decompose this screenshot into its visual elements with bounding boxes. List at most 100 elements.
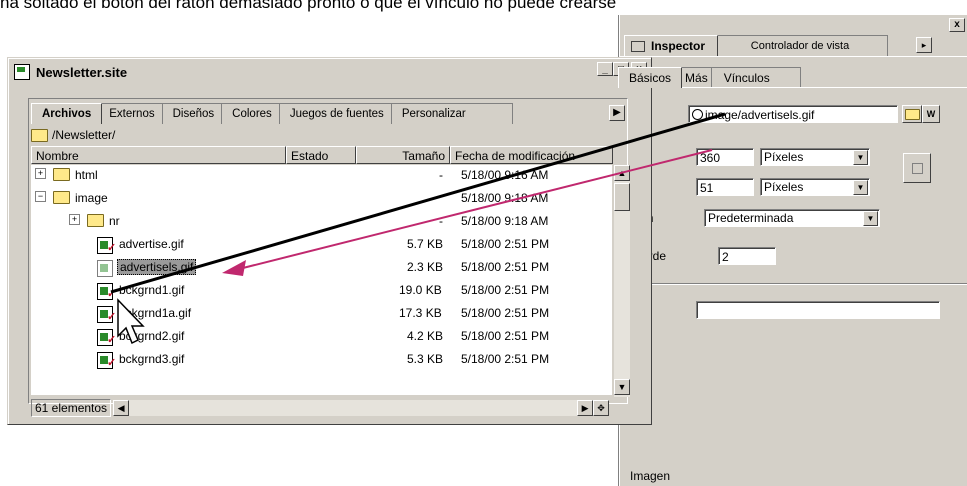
col-tamano[interactable]: Tamaño	[356, 146, 450, 164]
file-list: + html - 5/18/00 9:16 AM − image 5/18/00…	[31, 165, 612, 395]
vertical-scrollbar[interactable]: ▲ ▼	[614, 165, 630, 397]
folder-icon	[53, 191, 70, 204]
gif-file-icon: ✓	[97, 237, 116, 254]
chevron-down-icon[interactable]: ▼	[853, 180, 868, 195]
site-client: Archivos Externos Diseños Colores Juegos…	[28, 98, 630, 417]
height-unit-value: Píxeles	[764, 180, 804, 194]
file-name: bckgrnd1.gif	[119, 283, 185, 297]
tab-basicos[interactable]: Básicos	[618, 67, 683, 88]
tab-colores[interactable]: Colores	[221, 103, 283, 124]
image-src-value: image/advertisels.gif	[705, 108, 815, 122]
file-date: 5/18/00 2:51 PM	[461, 283, 550, 297]
file-size: 17.3 KB	[399, 306, 442, 320]
tab-vinculos[interactable]: Vínculos	[710, 67, 801, 88]
gif-file-icon: ✓	[97, 329, 116, 346]
alt-row: Texto alt.	[600, 299, 940, 321]
up-folder-icon[interactable]	[31, 128, 48, 142]
tab-juegos-de-fuentes[interactable]: Juegos de fuentes	[278, 103, 395, 124]
tab-controlador-label: Controlador de vista	[750, 40, 850, 52]
folder-icon	[905, 109, 920, 120]
file-size: 5.3 KB	[407, 352, 444, 366]
file-date: 5/18/00 2:51 PM	[461, 260, 550, 274]
gif-file-icon: ✓	[97, 352, 116, 369]
align-value: Predeterminada	[708, 211, 794, 225]
height-unit-select[interactable]: Píxeles ▼	[760, 178, 870, 196]
gif-file-icon: ✓	[97, 283, 116, 300]
scroll-thumb[interactable]	[614, 183, 630, 211]
alt-text-field[interactable]	[696, 301, 940, 319]
close-icon[interactable]: x	[949, 18, 965, 32]
tab-archivos[interactable]: Archivos	[31, 103, 103, 124]
folder-browse-button[interactable]	[902, 105, 922, 123]
horizontal-scroll-track[interactable]	[129, 400, 578, 416]
tab-personalizar[interactable]: Personalizar	[390, 103, 513, 124]
site-tabs: Archivos Externos Diseños Colores Juegos…	[31, 103, 513, 124]
image-row: Imagen image/advertisels.gif W	[602, 103, 940, 125]
align-select[interactable]: Predeterminada ▼	[704, 209, 880, 227]
file-date: 5/18/00 9:16 AM	[461, 168, 549, 182]
tab-externos[interactable]: Externos	[98, 103, 166, 124]
list-item[interactable]: ✓ bckgrnd2.gif 4.2 KB 5/18/00 2:51 PM	[31, 326, 612, 349]
file-size: -	[439, 168, 443, 182]
expand-icon[interactable]: +	[69, 214, 80, 225]
site-titlebar[interactable]: Newsletter.site	[10, 60, 649, 84]
file-size: 5.7 KB	[407, 237, 444, 251]
column-headers: Nombre Estado Tamaño Fecha de modificaci…	[31, 146, 613, 164]
item-count: 61 elementos	[31, 399, 112, 417]
col-nombre[interactable]: Nombre	[31, 146, 286, 164]
file-name: bckgrnd2.gif	[119, 329, 185, 343]
list-item[interactable]: ✓ bckgrnd1.gif 19.0 KB 5/18/00 2:51 PM	[31, 280, 612, 303]
file-name: html	[75, 168, 98, 182]
border-field[interactable]: 2	[718, 247, 776, 265]
chevron-down-icon[interactable]: ▼	[863, 211, 878, 226]
height-field[interactable]: 51	[696, 178, 754, 196]
list-item[interactable]: advertisels.gif 2.3 KB 5/18/00 2:51 PM	[31, 257, 612, 280]
file-date: 5/18/00 9:18 AM	[461, 191, 549, 205]
split-icon[interactable]: ✥	[593, 400, 610, 416]
col-fecha[interactable]: Fecha de modificación	[450, 146, 613, 164]
list-item[interactable]: + nr - 5/18/00 9:18 AM	[31, 211, 612, 234]
minimize-button[interactable]: _	[597, 62, 613, 76]
chevron-right-icon[interactable]: ▸	[916, 37, 933, 53]
tabs-scroll-right-icon[interactable]: ▶	[609, 105, 625, 121]
collapse-icon[interactable]: −	[35, 191, 46, 202]
scroll-right-icon[interactable]: ▶	[577, 400, 594, 416]
inspector-footer: Imagen	[630, 469, 671, 483]
width-unit-select[interactable]: Píxeles ▼	[760, 148, 870, 166]
list-item[interactable]: − image 5/18/00 9:18 AM	[31, 188, 612, 211]
file-size: 4.2 KB	[407, 329, 444, 343]
list-item[interactable]: + html - 5/18/00 9:16 AM	[31, 165, 612, 188]
scroll-down-icon[interactable]: ▼	[614, 379, 630, 395]
width-unit-value: Píxeles	[764, 150, 804, 164]
file-date: 5/18/00 2:51 PM	[461, 329, 550, 343]
edit-image-button[interactable]: W	[922, 105, 940, 123]
tab-inspector[interactable]: Inspector	[624, 35, 719, 56]
list-item[interactable]: ✓ bckgrnd3.gif 5.3 KB 5/18/00 2:51 PM	[31, 349, 612, 372]
inspector-subtabs: Básicos Más Vínculos	[618, 67, 801, 88]
image-src-field[interactable]: image/advertisels.gif	[688, 105, 898, 123]
list-item[interactable]: ✓ advertise.gif 5.7 KB 5/18/00 2:51 PM	[31, 234, 612, 257]
gif-file-icon: ✓	[97, 306, 116, 323]
file-name: image	[75, 191, 108, 205]
file-date: 5/18/00 2:51 PM	[461, 237, 550, 251]
file-date: 5/18/00 9:18 AM	[461, 214, 549, 228]
tab-controlador-de-vista[interactable]: Controlador de vista	[712, 35, 889, 56]
file-name: bckgrnd3.gif	[119, 352, 185, 366]
file-date: 5/18/00 2:51 PM	[461, 306, 550, 320]
inspector-section-divider	[620, 283, 967, 284]
scroll-left-icon[interactable]: ◀	[113, 400, 130, 416]
inspector-tabs: Inspector Controlador de vista ▸	[624, 35, 933, 56]
file-name: advertise.gif	[119, 237, 184, 251]
folder-icon	[53, 168, 70, 181]
file-date: 5/18/00 2:51 PM	[461, 352, 550, 366]
list-item[interactable]: ✓ bckgrnd1a.gif 17.3 KB 5/18/00 2:51 PM	[31, 303, 612, 326]
breadcrumb: /Newsletter/	[31, 127, 115, 143]
tab-disenos[interactable]: Diseños	[161, 103, 226, 124]
chevron-down-icon[interactable]: ▼	[853, 150, 868, 165]
width-field[interactable]: 360	[696, 148, 754, 166]
reset-size-button[interactable]	[903, 153, 931, 183]
expand-icon[interactable]: +	[35, 168, 46, 179]
col-estado[interactable]: Estado	[286, 146, 356, 164]
current-path: /Newsletter/	[52, 128, 116, 142]
scroll-up-icon[interactable]: ▲	[614, 165, 630, 181]
